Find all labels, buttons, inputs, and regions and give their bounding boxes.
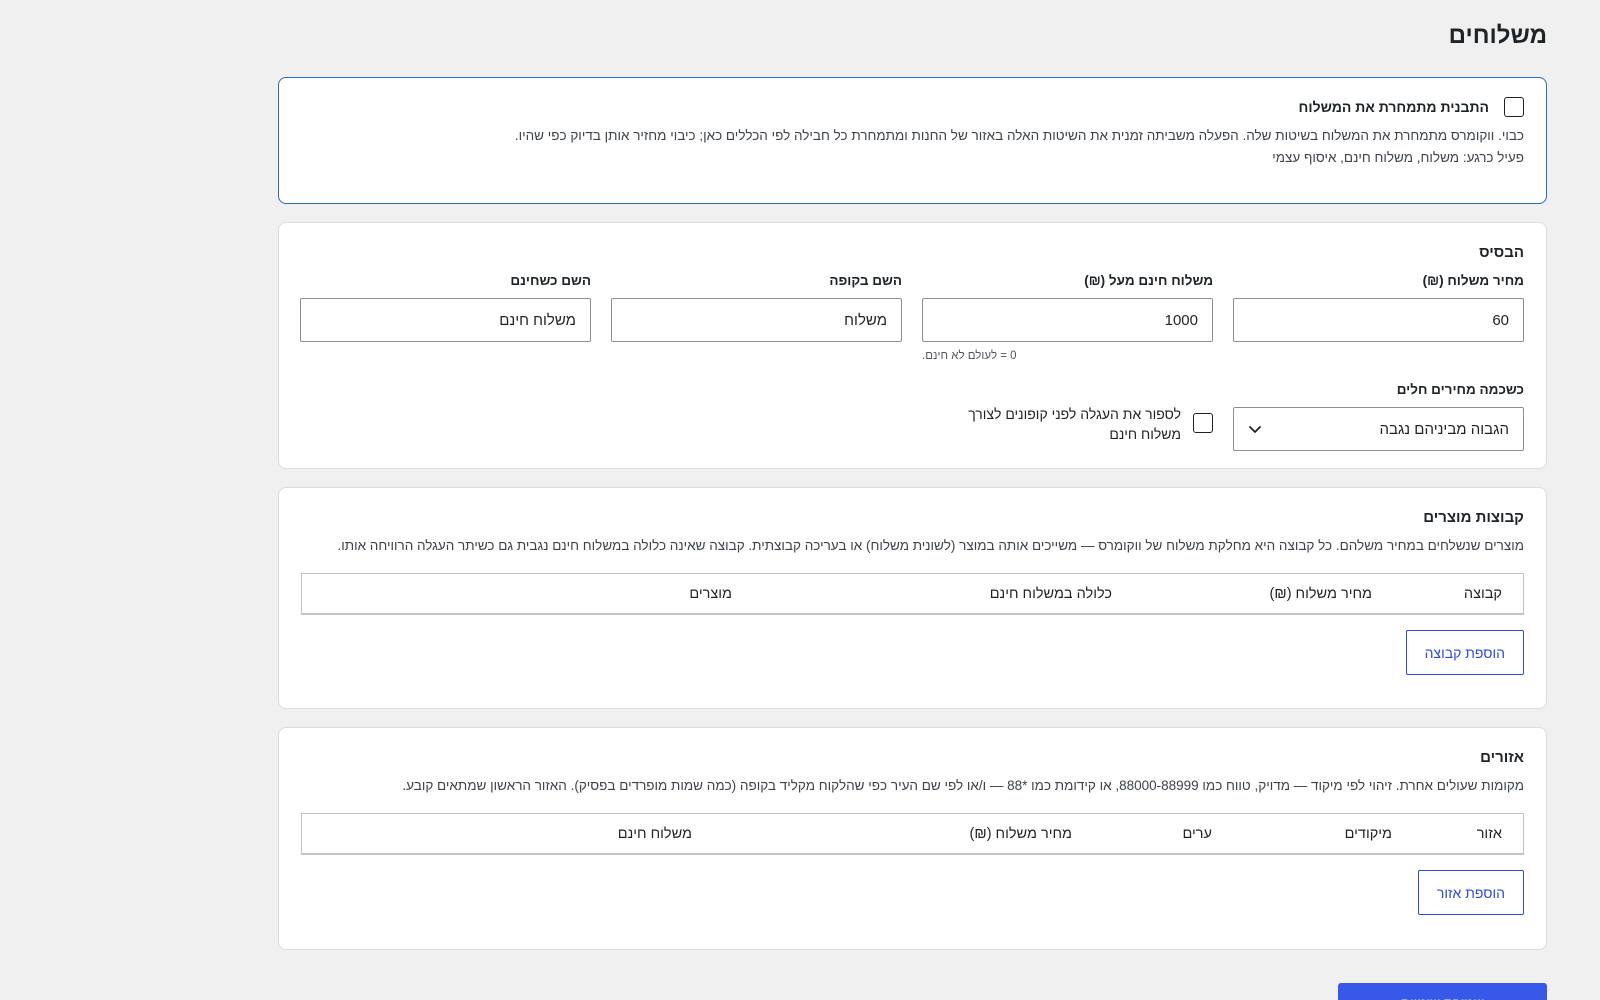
conflict-field: כשכמה מחירים חלים הגבוה מביניהם נגבה (1233, 380, 1524, 451)
groups-col-free: כלולה במשלוח חינם (989, 585, 1112, 602)
zones-col-zone: אזור (1476, 825, 1502, 842)
base-settings-card: הבסיס מחיר משלוח (₪) משלוח חינם מעל (₪) … (278, 222, 1547, 469)
zones-col-cities: ערים (1182, 825, 1213, 842)
free-over-input[interactable] (922, 298, 1213, 342)
groups-table-header: קבוצה מחיר משלוח (₪) כלולה במשלוח חינם מ… (301, 573, 1524, 615)
shipping-price-input[interactable] (1233, 298, 1524, 342)
groups-section-title: קבוצות מוצרים (1423, 509, 1524, 526)
coupon-toggle[interactable]: לספור את העגלה לפני קופונים לצורך משלוח … (933, 404, 1213, 444)
save-button[interactable]: שמירת שינויים (1338, 983, 1547, 1000)
shipping-price-label: מחיר משלוח (₪) (1422, 273, 1524, 288)
zones-col-postcodes: מיקודים (1344, 825, 1392, 842)
groups-col-price: מחיר משלוח (₪) (1269, 585, 1372, 602)
zones-card: אזורים מקומות שעולים אחרת. זיהוי לפי מיק… (278, 727, 1547, 950)
zones-table-header: אזור מיקודים ערים מחיר משלוח (₪) משלוח ח… (301, 813, 1524, 855)
base-second-row: כשכמה מחירים חלים הגבוה מביניהם נגבה לספ… (301, 380, 1524, 451)
free-over-field: משלוח חינם מעל (₪) 0 = לעולם לא חינם. (922, 271, 1213, 363)
notice-active-methods: פעיל כרגע: משלוח, משלוח חינם, איסוף עצמי (1272, 150, 1524, 165)
free-over-help: 0 = לעולם לא חינם. (922, 350, 1017, 362)
notice-description: כבוי. ווקומרס מתמחרת את המשלוח בשיטות של… (301, 125, 1524, 169)
template-pricing-toggle[interactable]: התבנית מתמחרת את המשלוח (301, 97, 1524, 117)
groups-description: מוצרים שנשלחים במחיר משלהם. כל קבוצה היא… (337, 538, 1524, 553)
template-pricing-checkbox[interactable] (1504, 97, 1524, 117)
notice-description-line1: כבוי. ווקומרס מתמחרת את המשלוח בשיטות של… (514, 128, 1524, 143)
groups-col-group: קבוצה (1463, 585, 1502, 602)
free-name-input[interactable] (300, 298, 591, 342)
checkout-name-field: השם בקופה (611, 271, 902, 363)
template-pricing-label: התבנית מתמחרת את המשלוח (1298, 99, 1489, 115)
conflict-label: כשכמה מחירים חלים (1396, 382, 1524, 397)
add-group-button[interactable]: הוספת קבוצה (1405, 630, 1524, 675)
shipping-price-field: מחיר משלוח (₪) (1233, 271, 1524, 363)
add-zone-button[interactable]: הוספת אזור (1417, 870, 1524, 915)
checkout-name-input[interactable] (611, 298, 902, 342)
free-over-label: משלוח חינם מעל (₪) (1084, 273, 1213, 288)
page-title: משלוחים (1448, 22, 1547, 49)
free-name-field: השם כשחינם (300, 271, 591, 363)
template-pricing-card: התבנית מתמחרת את המשלוח כבוי. ווקומרס מת… (278, 77, 1547, 204)
groups-col-products: מוצרים (689, 585, 732, 602)
checkout-name-label: השם בקופה (829, 273, 902, 288)
free-name-label: השם כשחינם (510, 273, 591, 288)
conflict-select[interactable]: הגבוה מביניהם נגבה (1233, 407, 1524, 451)
coupon-checkbox[interactable] (1193, 413, 1213, 433)
zones-description: מקומות שעולים אחרת. זיהוי לפי מיקוד — מד… (402, 778, 1524, 793)
base-section-title: הבסיס (1479, 244, 1524, 261)
chevron-down-icon (1249, 426, 1261, 433)
base-fields: מחיר משלוח (₪) משלוח חינם מעל (₪) 0 = לע… (300, 271, 1524, 363)
coupon-label: לספור את העגלה לפני קופונים לצורך משלוח … (968, 406, 1181, 442)
zones-col-price: מחיר משלוח (₪) (969, 825, 1072, 842)
zones-col-free: משלוח חינם (617, 825, 692, 842)
zones-section-title: אזורים (1480, 749, 1524, 766)
conflict-selected-value: הגבוה מביניהם נגבה (1379, 420, 1509, 438)
product-groups-card: קבוצות מוצרים מוצרים שנשלחים במחיר משלהם… (278, 487, 1547, 709)
